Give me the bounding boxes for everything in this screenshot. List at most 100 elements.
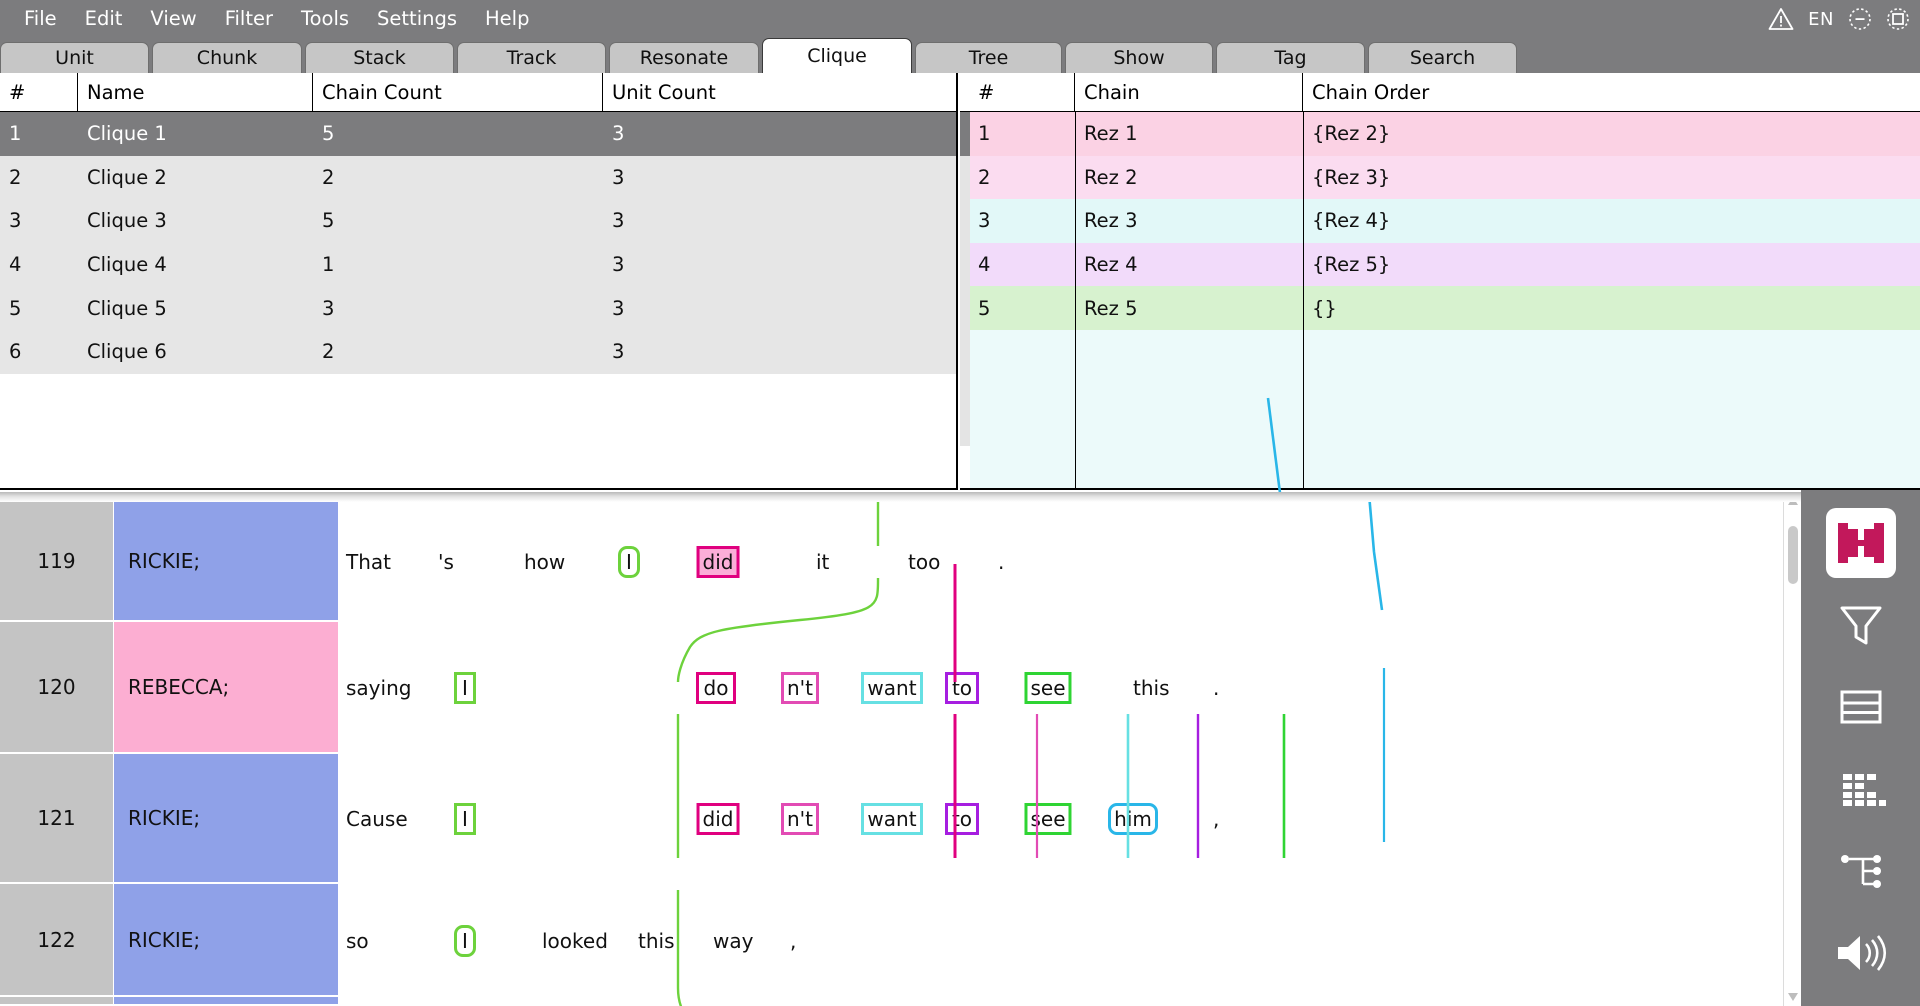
transcript-token[interactable]: saying	[346, 678, 411, 698]
speaker-icon[interactable]	[1826, 918, 1896, 988]
column-header-chain-order[interactable]: Chain Order	[1303, 73, 1920, 112]
column-header-chain[interactable]: Chain	[1075, 73, 1303, 112]
table-row[interactable]: 4 Clique 4 1 3	[0, 242, 956, 287]
speaker-label[interactable]: REBECCA;	[114, 622, 338, 754]
line-number: 122	[0, 884, 113, 997]
column-header-num[interactable]: #	[960, 73, 1075, 112]
transcript-pane[interactable]: 119 RICKIE; That's how Idid it too. 120 REBECCA;…	[0, 492, 1920, 1006]
column-header-chain-count[interactable]: Chain Count	[313, 73, 603, 112]
language-indicator[interactable]: EN	[1808, 9, 1834, 30]
line-words: so Ilooked this way,	[338, 884, 1801, 997]
transcript-token[interactable]: this	[638, 931, 675, 951]
transcript-token-box[interactable]: n't	[780, 672, 820, 704]
tab-unit[interactable]: Unit	[0, 42, 149, 73]
transcript-token-box[interactable]: to	[945, 672, 979, 704]
transcript-token[interactable]: Cause	[346, 809, 408, 829]
transcript-token-box[interactable]: want	[861, 803, 923, 835]
tab-clique[interactable]: Clique	[762, 38, 912, 73]
transcript-token[interactable]: it	[816, 552, 829, 572]
table-row[interactable]: 1 Clique 1 5 3	[0, 112, 956, 156]
tab-tree[interactable]: Tree	[915, 42, 1062, 73]
transcript-token[interactable]: .	[1213, 678, 1219, 698]
line-words: Cause Idid n't want to see him,	[338, 754, 1801, 884]
transcript-line[interactable]: 121 RICKIE; Cause Idid n't want to see him,	[0, 754, 1801, 884]
transcript-token[interactable]: That	[346, 552, 391, 572]
transcript-token[interactable]: looked	[542, 931, 608, 951]
transcript-token[interactable]: .	[998, 552, 1004, 572]
transcript-token-box[interactable]: I	[454, 924, 476, 957]
transcript-line[interactable]: 120 REBECCA; saying Ido n't want to see this.	[0, 622, 1801, 754]
menu-item-tools[interactable]: Tools	[287, 7, 363, 31]
transcript-token-box[interactable]: I	[454, 803, 476, 835]
tab-chunk[interactable]: Chunk	[152, 42, 302, 73]
rows-table-icon[interactable]	[1826, 672, 1896, 742]
minimize-icon[interactable]	[1848, 7, 1872, 31]
tab-show[interactable]: Show	[1065, 42, 1213, 73]
column-header-name[interactable]: Name	[78, 73, 313, 112]
transcript-token-box[interactable]: I	[618, 546, 640, 578]
tab-tag[interactable]: Tag	[1216, 42, 1365, 73]
transcript-token-box[interactable]: do	[696, 672, 736, 704]
menu-item-file[interactable]: File	[10, 7, 71, 31]
menu-item-view[interactable]: View	[136, 7, 210, 31]
transcript-token-box[interactable]: I	[454, 672, 476, 704]
row-chain: Rez 3	[1084, 209, 1138, 233]
transcript-vertical-scrollbar[interactable]	[1783, 492, 1801, 1006]
table-row[interactable]: 4 Rez 4 {Rez 5}	[960, 242, 1920, 287]
row-chain: Rez 2	[1084, 165, 1138, 189]
table-row[interactable]: 3 Clique 3 5 3	[0, 199, 956, 243]
speaker-label[interactable]: RICKIE;	[114, 754, 338, 884]
menu-item-help[interactable]: Help	[471, 7, 543, 31]
column-header-num[interactable]: #	[0, 73, 78, 112]
transcript-token[interactable]: way	[713, 931, 753, 951]
table-row[interactable]: 5 Clique 5 3 3	[0, 286, 956, 330]
menu-item-edit[interactable]: Edit	[71, 7, 137, 31]
row-num: 2	[9, 165, 22, 189]
scroll-down-arrow-icon[interactable]	[1784, 989, 1802, 1005]
tab-stack[interactable]: Stack	[305, 42, 454, 73]
speaker-label[interactable]: RICKIE;	[114, 502, 338, 622]
clique-table[interactable]: # Name Chain Count Unit Count 1 Clique 1 5…	[0, 73, 958, 490]
transcript-token-box[interactable]: see	[1024, 672, 1072, 704]
transcript-line[interactable]	[0, 997, 1801, 1006]
transcript-token[interactable]: too	[908, 552, 940, 572]
transcript-token[interactable]: so	[346, 931, 369, 951]
transcript-token-box[interactable]: want	[861, 672, 923, 704]
column-header-unit-count[interactable]: Unit Count	[603, 73, 956, 112]
transcript-token-box[interactable]: him	[1108, 803, 1158, 835]
speaker-label[interactable]	[114, 997, 338, 1006]
transcript-token-box[interactable]: see	[1024, 803, 1072, 835]
app-logo-icon[interactable]	[1825, 508, 1896, 578]
menu-item-settings[interactable]: Settings	[363, 7, 471, 31]
table-row[interactable]: 1 Rez 1 {Rez 2}	[960, 112, 1920, 156]
tab-search[interactable]: Search	[1368, 42, 1517, 73]
grid-dots-icon[interactable]	[1826, 754, 1896, 824]
tree-icon[interactable]	[1826, 836, 1896, 906]
transcript-token[interactable]: how	[524, 552, 565, 572]
scroll-thumb[interactable]	[1788, 526, 1798, 584]
transcript-line[interactable]: 122 RICKIE; so Ilooked this way,	[0, 884, 1801, 997]
table-row[interactable]: 2 Clique 2 2 3	[0, 155, 956, 200]
maximize-icon[interactable]	[1886, 7, 1910, 31]
transcript-token-box[interactable]: n't	[780, 803, 820, 835]
transcript-token-box[interactable]: did	[696, 546, 740, 578]
table-row[interactable]: 5 Rez 5 {}	[960, 286, 1920, 330]
chain-table[interactable]: # Chain Chain Order 1 Rez 1 {Rez 2} 2 Rez 2 {…	[960, 73, 1920, 490]
tab-track[interactable]: Track	[457, 42, 606, 73]
table-row[interactable]: 6 Clique 6 2 3	[0, 329, 956, 374]
transcript-token[interactable]: ,	[790, 931, 796, 951]
transcript-token[interactable]: ,	[1213, 809, 1219, 829]
transcript-token-box[interactable]: to	[945, 803, 979, 835]
tab-resonate[interactable]: Resonate	[609, 42, 759, 73]
transcript-token[interactable]: 's	[438, 552, 454, 572]
table-row[interactable]: 2 Rez 2 {Rez 3}	[960, 155, 1920, 200]
speaker-label[interactable]: RICKIE;	[114, 884, 338, 997]
row-num: 4	[978, 253, 991, 277]
transcript-token-box[interactable]: did	[696, 803, 740, 835]
table-row[interactable]: 3 Rez 3 {Rez 4}	[960, 199, 1920, 243]
warning-triangle-icon[interactable]	[1768, 7, 1794, 31]
transcript-line[interactable]: 119 RICKIE; That 's how Idid it too.	[0, 502, 1801, 622]
filter-funnel-icon[interactable]	[1826, 590, 1896, 660]
menu-item-filter[interactable]: Filter	[211, 7, 287, 31]
transcript-token[interactable]: this	[1133, 678, 1170, 698]
